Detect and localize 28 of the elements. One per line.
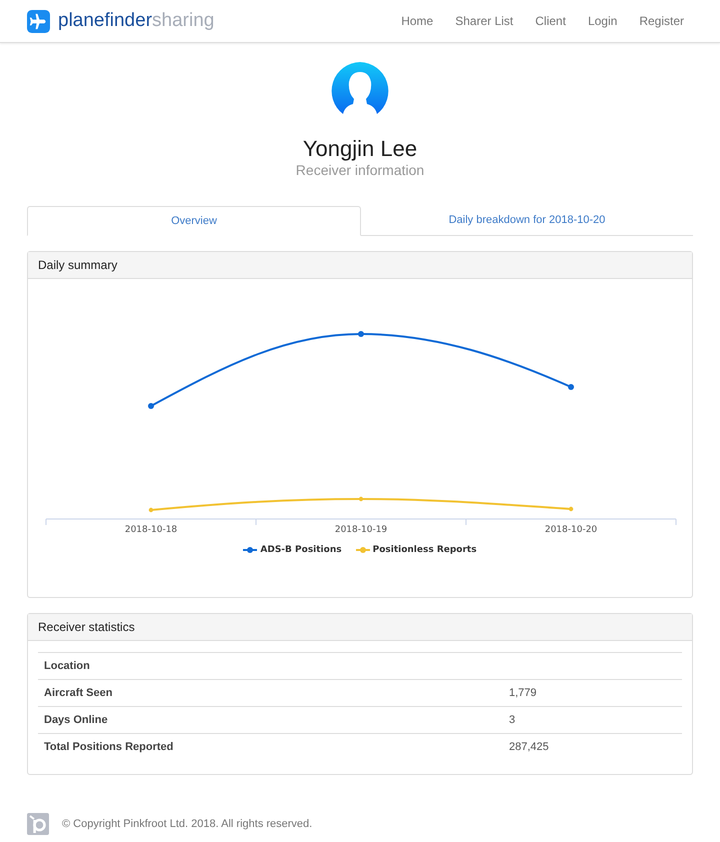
table-cell-text: Aircraft Seen	[43, 687, 114, 699]
nav-link[interactable]: Login	[588, 14, 618, 28]
legend-label[interactable]: Positionless Reports	[372, 545, 477, 555]
panel-title: Daily summary	[28, 252, 692, 279]
brand-name[interactable]: planefinder	[58, 10, 152, 32]
table-cell: 1,779	[509, 687, 537, 699]
nav-link[interactable]: Sharer List	[455, 14, 514, 28]
axis-label: 2018-10-18	[124, 525, 178, 535]
legend-label[interactable]: ADS-B Positions	[260, 545, 342, 555]
brand-suffix[interactable]: sharing	[152, 10, 214, 32]
axis-label: 2018-10-19	[334, 525, 388, 535]
tab[interactable]: Daily breakdown for 2018-10-20	[361, 206, 693, 235]
table-cell: 3	[509, 714, 516, 726]
nav-link[interactable]: Home	[401, 14, 434, 28]
logo-icon	[27, 813, 49, 835]
plane-logo-icon	[27, 10, 50, 32]
nav-link[interactable]: Register	[639, 14, 684, 28]
table-cell-text: Total Positions Reported	[43, 741, 174, 753]
table-cell-text: Location	[43, 660, 91, 672]
table-cell: 287,425	[509, 741, 549, 753]
axis-label: 2018-10-20	[544, 525, 598, 535]
panel-title: Receiver statistics	[28, 614, 692, 641]
tab[interactable]: Overview	[27, 206, 361, 236]
copyright-text: © Copyright Pinkfroot Ltd. 2018. All rights reserved.	[62, 818, 312, 830]
nav-link[interactable]: Client	[535, 14, 566, 28]
profile-subtitle: Receiver information	[296, 162, 424, 178]
profile-name: Yongjin Lee	[302, 136, 418, 162]
table-cell-text: Days Online	[43, 714, 109, 726]
